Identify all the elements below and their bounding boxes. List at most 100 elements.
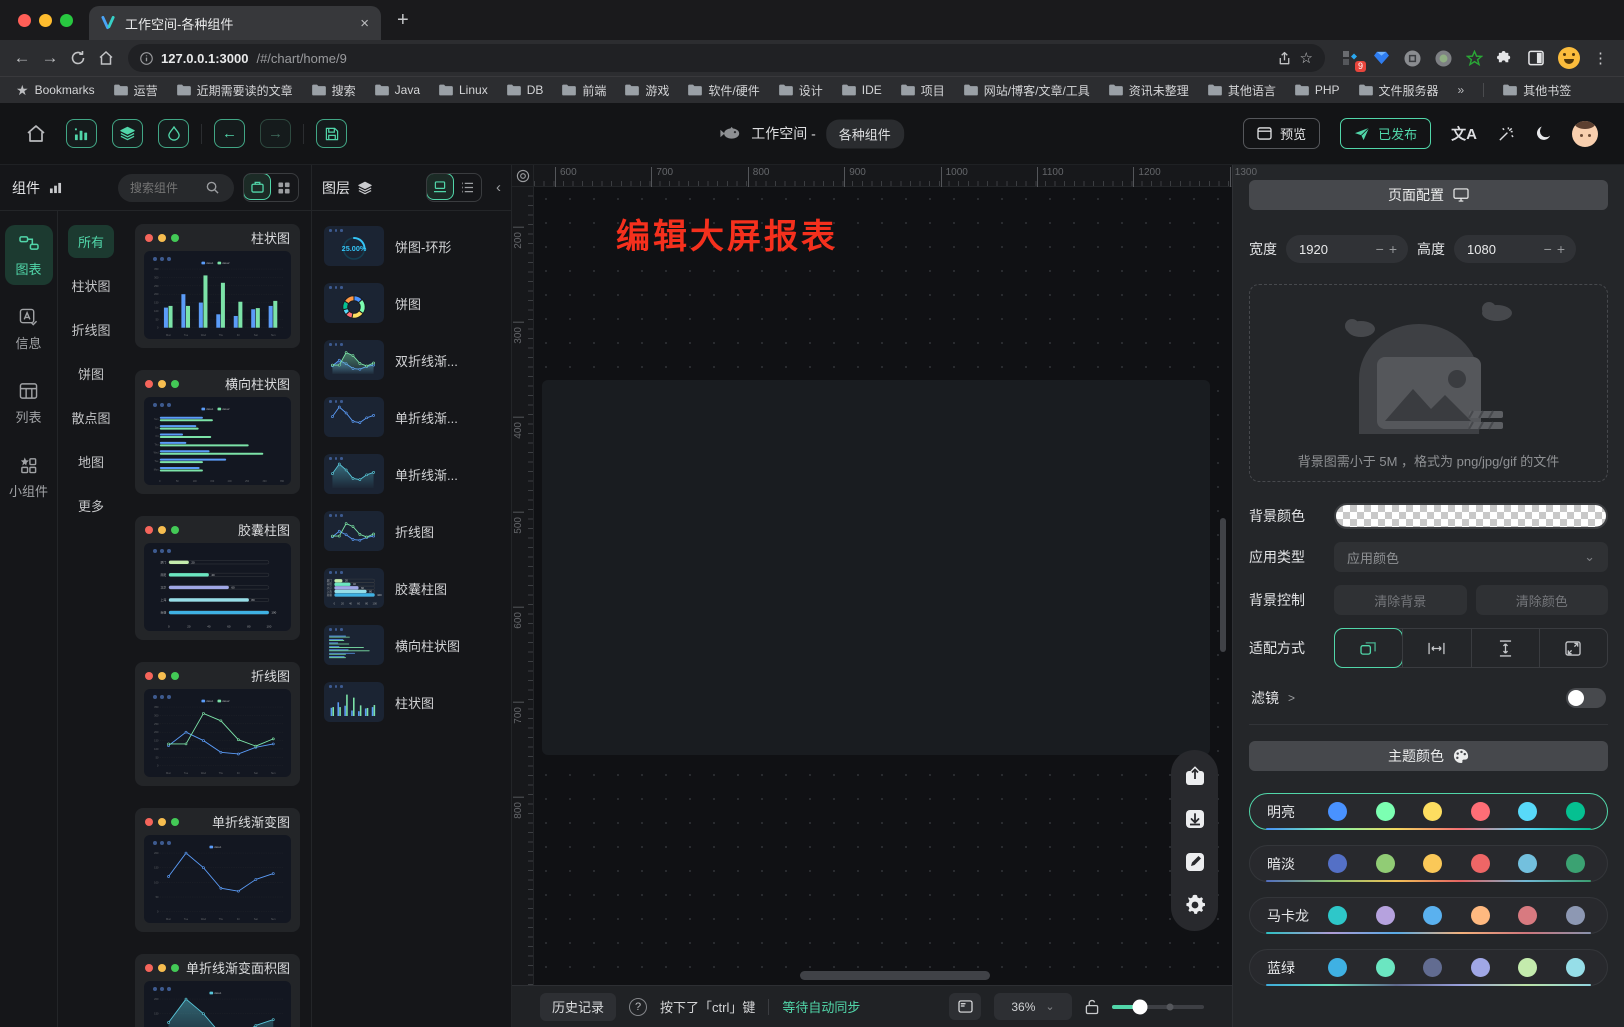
fit-scale-button[interactable] — [1335, 629, 1402, 667]
bookmark-folder[interactable]: 网站/博客/文章/工具 — [964, 82, 1090, 99]
category-更多[interactable]: 更多 — [68, 489, 114, 522]
fit-stretch-button[interactable] — [1539, 629, 1607, 667]
chart-panel-toggle-button[interactable] — [66, 119, 97, 148]
component-card[interactable]: 折线图 data1data2350300250200150100500MonTu… — [135, 662, 300, 786]
clear-background-button[interactable]: 清除背景 — [1334, 585, 1467, 615]
theme-蓝绿[interactable]: 蓝绿 — [1249, 949, 1608, 986]
zoom-window-button[interactable] — [60, 14, 73, 27]
bookmark-folder[interactable]: 软件/硬件 — [688, 82, 759, 99]
fit-height-button[interactable] — [1471, 629, 1539, 667]
puzzle-extensions-icon[interactable] — [1496, 49, 1514, 67]
filter-expand-chevron[interactable]: > — [1288, 691, 1295, 705]
bookmark-folder[interactable]: 设计 — [779, 82, 823, 99]
reload-icon[interactable] — [64, 44, 92, 72]
category-柱状图[interactable]: 柱状图 — [61, 269, 120, 302]
bookmark-star-icon[interactable]: ☆ — [1300, 49, 1313, 67]
save-button[interactable] — [316, 119, 347, 148]
user-avatar[interactable] — [1572, 121, 1598, 147]
browser-profile-avatar[interactable] — [1558, 47, 1580, 69]
ruler-corner-eye-icon[interactable] — [512, 165, 534, 187]
bookmark-folder[interactable]: 资讯未整理 — [1109, 82, 1189, 99]
tab-close-icon[interactable]: × — [360, 16, 369, 31]
other-bookmarks[interactable]: 其他书签 — [1503, 82, 1571, 99]
briefcase-view-button[interactable] — [243, 173, 271, 200]
zoom-slider-handle[interactable] — [1132, 999, 1147, 1014]
category-所有[interactable]: 所有 — [68, 225, 114, 258]
history-button[interactable]: 历史记录 — [540, 993, 616, 1021]
undo-button[interactable]: ← — [214, 119, 245, 148]
share-icon[interactable] — [1277, 51, 1292, 66]
sidebar-tab-信息[interactable]: 信息 — [5, 299, 53, 359]
bookmark-folder[interactable]: 其他语言 — [1208, 82, 1276, 99]
bg-color-swatch[interactable] — [1334, 503, 1608, 529]
component-card[interactable]: 单折线渐变图 data1200150100500MonTueWedThuFriS… — [135, 808, 300, 932]
bookmark-folder[interactable]: 运营 — [114, 82, 158, 99]
import-download-button[interactable] — [1182, 806, 1208, 832]
help-icon[interactable]: ? — [629, 998, 647, 1016]
bookmark-folder[interactable]: 前端 — [562, 82, 606, 99]
background-upload-dropzone[interactable]: 背景图需小于 5M ，格式为 png/jpg/gif 的文件 — [1249, 284, 1608, 482]
bookmark-folder[interactable]: 搜索 — [312, 82, 356, 99]
dashboard-chart-donut[interactable] — [776, 598, 962, 734]
address-bar[interactable]: 127.0.0.1:3000/#/chart/home/9 ☆ — [128, 44, 1325, 72]
language-switch-icon[interactable]: 文A — [1451, 123, 1477, 144]
search-input[interactable] — [128, 180, 202, 196]
minimize-window-button[interactable] — [39, 14, 52, 27]
theme-暗淡[interactable]: 暗淡 — [1249, 845, 1608, 882]
grid-view-button[interactable] — [270, 174, 298, 201]
increase-height-button[interactable]: + — [1557, 241, 1565, 257]
bookmark-folder[interactable]: DB — [507, 83, 544, 97]
dashboard-chart-line2[interactable] — [558, 506, 752, 616]
sidebar-tab-图表[interactable]: 图表 — [5, 225, 53, 285]
layer-item[interactable]: 厦门20南阳40北京60上海80新疆100020406080100 胶囊柱图 — [324, 568, 499, 608]
height-stepper[interactable]: − + — [1454, 235, 1576, 263]
layer-item[interactable]: 双折线渐... — [324, 340, 499, 380]
bookmark-folder[interactable]: 文件服务器 — [1359, 82, 1439, 99]
layer-item[interactable]: 折线图 — [324, 511, 499, 551]
layer-item[interactable]: 单折线渐... — [324, 454, 499, 494]
bookmark-folder[interactable]: Java — [375, 83, 420, 97]
recorder-extension-icon[interactable] — [1434, 49, 1452, 67]
bookmarks-overflow-chevron[interactable]: » — [1458, 83, 1465, 97]
redo-button[interactable]: → — [260, 119, 291, 148]
minimap-toggle-button[interactable] — [949, 993, 981, 1020]
browser-forward-icon[interactable]: → — [36, 44, 64, 72]
bookmark-folder[interactable]: IDE — [842, 83, 882, 97]
app-type-select[interactable]: 应用颜色 ⌄ — [1334, 542, 1608, 572]
export-upload-button[interactable] — [1182, 763, 1208, 789]
category-饼图[interactable]: 饼图 — [68, 357, 114, 390]
increase-width-button[interactable]: + — [1389, 241, 1397, 257]
filter-toggle[interactable] — [1566, 688, 1606, 708]
close-window-button[interactable] — [18, 14, 31, 27]
theme-马卡龙[interactable]: 马卡龙 — [1249, 897, 1608, 934]
layer-item[interactable]: 单折线渐... — [324, 397, 499, 437]
dashboard-chart-bar[interactable] — [558, 388, 752, 502]
dashboard-chart-hbar[interactable] — [764, 388, 958, 502]
new-tab-button[interactable]: + — [397, 10, 409, 30]
dashboard-chart-ring[interactable] — [974, 602, 1138, 732]
browser-tab[interactable]: 工作空间-各种组件 × — [89, 6, 381, 40]
zoom-select[interactable]: 36% ⌄ — [994, 993, 1072, 1020]
shortcut-extension-icon[interactable] — [1403, 49, 1421, 67]
gem-extension-icon[interactable] — [1372, 49, 1390, 67]
canvas-text-element[interactable]: 编辑大屏报表 — [616, 209, 838, 258]
canvas-vertical-scrollbar[interactable] — [1220, 518, 1226, 652]
canvas-horizontal-scrollbar[interactable] — [800, 971, 990, 980]
layer-item[interactable]: 25.00% 饼图-环形 — [324, 226, 499, 266]
component-card[interactable]: 横向柱状图 data1data2050100150200250300350Mon… — [135, 370, 300, 494]
thumbnail-view-button[interactable] — [426, 173, 454, 200]
browser-menu-kebab-icon[interactable]: ⋮ — [1593, 49, 1608, 67]
dashboard-preview-group[interactable] — [542, 380, 1210, 755]
publish-button[interactable]: 已发布 — [1340, 118, 1431, 149]
lock-scale-icon[interactable] — [1085, 999, 1099, 1015]
layers-panel-toggle-button[interactable] — [112, 119, 143, 148]
star-extension-icon[interactable] — [1465, 49, 1483, 67]
clear-color-button[interactable]: 清除颜色 — [1476, 585, 1609, 615]
height-field[interactable] — [1465, 241, 1539, 258]
width-field[interactable] — [1297, 241, 1371, 258]
browser-back-icon[interactable]: ← — [8, 44, 36, 72]
layer-item[interactable]: 柱状图 — [324, 682, 499, 722]
sidebar-tab-列表[interactable]: 列表 — [5, 373, 53, 433]
bookmark-folder[interactable]: PHP — [1295, 83, 1340, 97]
magic-wand-icon[interactable] — [1497, 125, 1515, 143]
